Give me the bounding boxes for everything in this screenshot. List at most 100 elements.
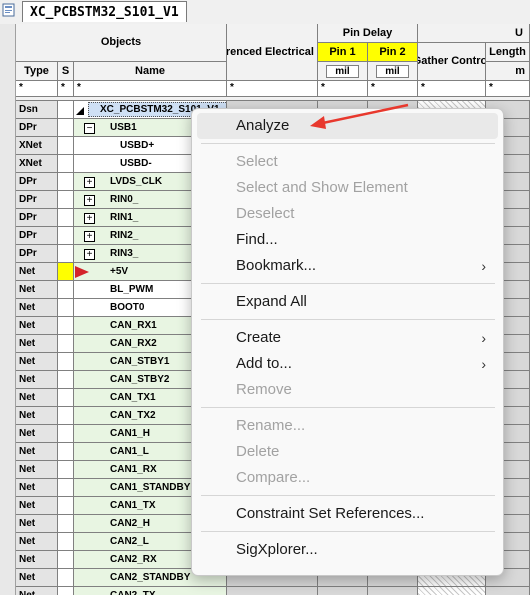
header-type[interactable]: Type <box>16 62 58 81</box>
row-status-cell[interactable] <box>58 245 74 263</box>
menu-item-rename: Rename... <box>197 413 498 439</box>
row-name-label: USB1 <box>110 122 137 133</box>
filter-gather[interactable]: * <box>418 81 486 97</box>
row-name-label: CAN2_L <box>110 536 149 547</box>
row-status-cell[interactable] <box>58 281 74 299</box>
filter-pin1[interactable]: * <box>318 81 368 97</box>
row-status-cell[interactable] <box>58 191 74 209</box>
row-type-cell: Net <box>16 281 58 299</box>
row-pin2-cell[interactable] <box>368 587 418 595</box>
filter-length[interactable]: * <box>486 81 530 97</box>
row-status-cell[interactable] <box>58 209 74 227</box>
filter-s[interactable]: * <box>58 81 74 97</box>
row-status-cell[interactable] <box>58 263 74 281</box>
row-status-cell[interactable] <box>58 479 74 497</box>
menu-item-bookmark[interactable]: Bookmark... › <box>197 253 498 279</box>
row-type-cell: Net <box>16 389 58 407</box>
row-type-cell: Net <box>16 515 58 533</box>
row-name-cell[interactable]: CAN2_TX <box>74 587 227 595</box>
row-status-cell[interactable] <box>58 335 74 353</box>
menu-separator <box>201 531 495 532</box>
worksheet-tab-strip: XC_PCBSTM32_S101_V1 <box>0 0 530 24</box>
filter-type[interactable]: * <box>16 81 58 97</box>
menu-separator <box>201 143 495 144</box>
row-type-cell: DPr <box>16 173 58 191</box>
row-type-cell: DPr <box>16 119 58 137</box>
header-pin2[interactable]: Pin 2 <box>368 43 418 62</box>
menu-item-label: Find... <box>236 231 278 248</box>
unit-pin1: mil <box>318 62 368 81</box>
row-pin1-cell[interactable] <box>318 587 368 595</box>
row-status-cell[interactable] <box>58 407 74 425</box>
row-type-cell: Net <box>16 425 58 443</box>
row-type-cell: Net <box>16 371 58 389</box>
menu-item-label: Select <box>236 153 278 170</box>
row-status-cell[interactable] <box>58 371 74 389</box>
row-status-cell[interactable] <box>58 497 74 515</box>
menu-item-label: Expand All <box>236 293 307 310</box>
row-status-cell[interactable] <box>58 227 74 245</box>
header-referenced-ecset[interactable]: Referenced Electrical CSet <box>227 24 318 81</box>
row-name-label: RIN2_ <box>110 230 139 241</box>
menu-item-label: Select and Show Element <box>236 179 408 196</box>
row-gather-cell[interactable] <box>418 587 486 595</box>
row-status-cell[interactable] <box>58 119 74 137</box>
row-status-cell[interactable] <box>58 533 74 551</box>
row-status-cell[interactable] <box>58 155 74 173</box>
header-name[interactable]: Name <box>74 62 227 81</box>
filter-pin2[interactable]: * <box>368 81 418 97</box>
row-status-cell[interactable] <box>58 587 74 595</box>
row-name-label: CAN_RX1 <box>110 320 157 331</box>
row-type-cell: Dsn <box>16 101 58 119</box>
left-gutter <box>0 24 16 595</box>
row-name-label: CAN_TX1 <box>110 392 156 403</box>
row-status-cell[interactable] <box>58 137 74 155</box>
row-name-label: RIN3_ <box>110 248 139 259</box>
row-status-cell[interactable] <box>58 173 74 191</box>
chevron-right-icon: › <box>481 356 486 372</box>
menu-item-constraint-set-references[interactable]: Constraint Set References... <box>197 501 498 527</box>
row-status-cell[interactable] <box>58 569 74 587</box>
row-name-label: CAN2_RX <box>110 554 157 565</box>
row-status-cell[interactable] <box>58 515 74 533</box>
expand-icon[interactable]: + <box>84 213 95 224</box>
row-status-cell[interactable] <box>58 317 74 335</box>
row-name-label: USBD+ <box>120 140 155 151</box>
row-status-cell[interactable] <box>58 389 74 407</box>
menu-item-find[interactable]: Find... <box>197 227 498 253</box>
menu-item-expand-all[interactable]: Expand All <box>197 289 498 315</box>
menu-item-label: Remove <box>236 381 292 398</box>
collapse-icon[interactable]: − <box>84 123 95 134</box>
filter-ecset[interactable]: * <box>227 81 318 97</box>
menu-item-compare: Compare... <box>197 465 498 491</box>
menu-item-sigxplorer[interactable]: SigXplorer... <box>197 537 498 563</box>
row-status-cell[interactable] <box>58 425 74 443</box>
row-name-label: CAN2_H <box>110 518 151 529</box>
row-status-cell[interactable] <box>58 101 74 119</box>
row-status-cell[interactable] <box>58 443 74 461</box>
expand-icon[interactable]: + <box>84 249 95 260</box>
row-status-cell[interactable] <box>58 353 74 371</box>
filter-name[interactable]: * <box>74 81 227 97</box>
row-status-cell[interactable] <box>58 461 74 479</box>
row-status-cell[interactable] <box>58 299 74 317</box>
row-status-cell[interactable] <box>58 551 74 569</box>
menu-item-add-to[interactable]: Add to... › <box>197 351 498 377</box>
header-length[interactable]: Length <box>486 43 530 62</box>
header-group-partial: U <box>418 24 530 43</box>
expand-icon[interactable]: + <box>84 231 95 242</box>
menu-item-remove: Remove <box>197 377 498 403</box>
row-name-label: CAN_STBY1 <box>110 356 170 367</box>
triangle-flag-icon <box>75 266 89 278</box>
header-pin1[interactable]: Pin 1 <box>318 43 368 62</box>
header-gather-control[interactable]: Gather Control <box>418 43 486 81</box>
header-s[interactable]: S <box>58 62 74 81</box>
unit-pin2: mil <box>368 62 418 81</box>
worksheet-tab[interactable]: XC_PCBSTM32_S101_V1 <box>22 1 187 22</box>
menu-item-create[interactable]: Create › <box>197 325 498 351</box>
row-length-cell[interactable] <box>486 587 530 595</box>
context-menu: Analyze Select Select and Show Element Dese… <box>191 108 504 576</box>
row-ecset-cell[interactable] <box>227 587 318 595</box>
expand-icon[interactable]: + <box>84 195 95 206</box>
expand-icon[interactable]: + <box>84 177 95 188</box>
